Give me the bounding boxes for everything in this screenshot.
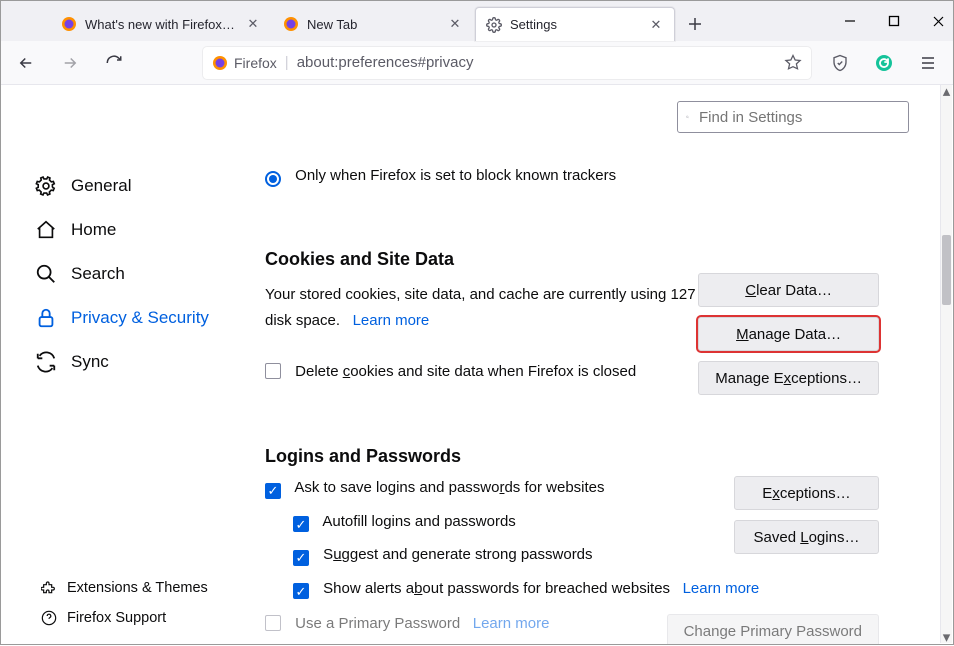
sidebar-item-label: General [71, 176, 131, 196]
search-input[interactable] [697, 108, 900, 127]
sidebar-item-home[interactable]: Home [35, 219, 249, 241]
home-icon [35, 219, 57, 241]
firefox-icon [283, 16, 299, 32]
reload-button[interactable] [99, 48, 129, 78]
puzzle-icon [41, 580, 57, 596]
tab-strip: What's new with Firefox - More ✕ New Tab… [1, 1, 953, 41]
shield-icon[interactable] [825, 48, 855, 78]
alerts-checkbox[interactable]: Show alerts about passwords for breached… [293, 580, 909, 600]
close-window-button[interactable] [929, 12, 947, 30]
window-controls [841, 1, 947, 41]
minimize-button[interactable] [841, 12, 859, 30]
saved-logins-button[interactable]: Saved Logins… [734, 520, 879, 554]
exceptions-button[interactable]: Exceptions… [734, 476, 879, 510]
search-icon [686, 110, 689, 124]
scroll-down-icon[interactable]: ▾ [941, 631, 952, 643]
cookies-heading: Cookies and Site Data [265, 249, 909, 270]
checkbox-checked-icon [293, 583, 309, 599]
logins-heading: Logins and Passwords [265, 446, 909, 467]
gear-icon [486, 17, 502, 33]
preferences-main: Only when Firefox is set to block known … [249, 85, 939, 644]
tab-whats-new[interactable]: What's new with Firefox - More ✕ [51, 7, 271, 41]
new-tab-button[interactable] [681, 10, 709, 38]
sidebar-extensions-label: Extensions & Themes [67, 580, 208, 596]
manage-exceptions-button[interactable]: Manage Exceptions… [698, 361, 879, 395]
vertical-scrollbar[interactable]: ▴ ▾ [940, 85, 952, 643]
lock-icon [35, 307, 57, 329]
sidebar-support-link[interactable]: Firefox Support [41, 610, 208, 626]
checkbox-checked-icon [293, 516, 309, 532]
delete-on-close-label: Delete cookies and site data when Firefo… [295, 363, 636, 380]
sidebar-extensions-link[interactable]: Extensions & Themes [41, 580, 208, 596]
sidebar-item-label: Home [71, 220, 116, 240]
sidebar-item-privacy[interactable]: Privacy & Security [35, 307, 249, 329]
tab-new-tab[interactable]: New Tab ✕ [273, 7, 473, 41]
autofill-label: Autofill logins and passwords [322, 513, 515, 530]
primary-learn-more[interactable]: Learn more [473, 615, 550, 632]
sidebar-item-sync[interactable]: Sync [35, 351, 249, 373]
identity-box[interactable]: Firefox [212, 55, 277, 71]
alerts-label: Show alerts about passwords for breached… [323, 580, 670, 597]
forward-button[interactable] [55, 48, 85, 78]
tracking-radio-label: Only when Firefox is set to block known … [295, 167, 616, 184]
category-sidebar: General Home Search Privacy & Security [1, 85, 249, 644]
primary-password-label: Use a Primary Password [295, 615, 460, 632]
change-primary-button[interactable]: Change Primary Password [667, 614, 879, 644]
cookies-desc: Your stored cookies, site data, and cach… [265, 286, 739, 329]
preferences-content: General Home Search Privacy & Security [1, 85, 939, 644]
alerts-learn-more[interactable]: Learn more [683, 580, 760, 597]
checkbox-unchecked-icon [265, 615, 281, 631]
tab-settings[interactable]: Settings ✕ [475, 7, 675, 41]
close-icon[interactable]: ✕ [447, 16, 463, 32]
bookmark-star-icon[interactable] [784, 54, 802, 72]
sync-icon [35, 351, 57, 373]
help-icon [41, 610, 57, 626]
back-button[interactable] [11, 48, 41, 78]
sidebar-support-label: Firefox Support [67, 610, 166, 626]
close-icon[interactable]: ✕ [245, 16, 261, 32]
tab-label: New Tab [307, 17, 439, 32]
scroll-up-icon[interactable]: ▴ [941, 85, 952, 97]
radio-selected-icon [265, 171, 281, 187]
sidebar-item-general[interactable]: General [35, 175, 249, 197]
checkbox-checked-icon [265, 483, 281, 499]
manage-data-button[interactable]: Manage Data… [698, 317, 879, 351]
tab-label: Settings [510, 17, 640, 32]
tab-label: What's new with Firefox - More [85, 17, 237, 32]
scrollbar-thumb[interactable] [942, 235, 951, 305]
grammarly-icon[interactable] [869, 48, 899, 78]
firefox-icon [61, 16, 77, 32]
maximize-button[interactable] [885, 12, 903, 30]
sidebar-item-label: Sync [71, 352, 109, 372]
cookies-learn-more[interactable]: Learn more [353, 312, 430, 329]
url-bar[interactable]: Firefox | about:preferences#privacy [203, 47, 811, 79]
gear-icon [35, 175, 57, 197]
sidebar-item-label: Privacy & Security [71, 308, 209, 328]
suggest-label: Suggest and generate strong passwords [323, 546, 592, 563]
close-icon[interactable]: ✕ [648, 17, 664, 33]
ask-save-label: Ask to save logins and passwords for web… [294, 479, 604, 496]
find-in-settings[interactable] [677, 101, 909, 133]
sidebar-item-search[interactable]: Search [35, 263, 249, 285]
tracking-radio-row[interactable]: Only when Firefox is set to block known … [265, 167, 909, 187]
identity-label: Firefox [234, 55, 277, 71]
checkbox-checked-icon [293, 550, 309, 566]
clear-data-button[interactable]: Clear Data… [698, 273, 879, 307]
address-text: about:preferences#privacy [297, 54, 776, 71]
search-icon [35, 263, 57, 285]
sidebar-item-label: Search [71, 264, 125, 284]
checkbox-unchecked-icon [265, 363, 281, 379]
app-menu-button[interactable] [913, 48, 943, 78]
nav-toolbar: Firefox | about:preferences#privacy [1, 41, 953, 85]
